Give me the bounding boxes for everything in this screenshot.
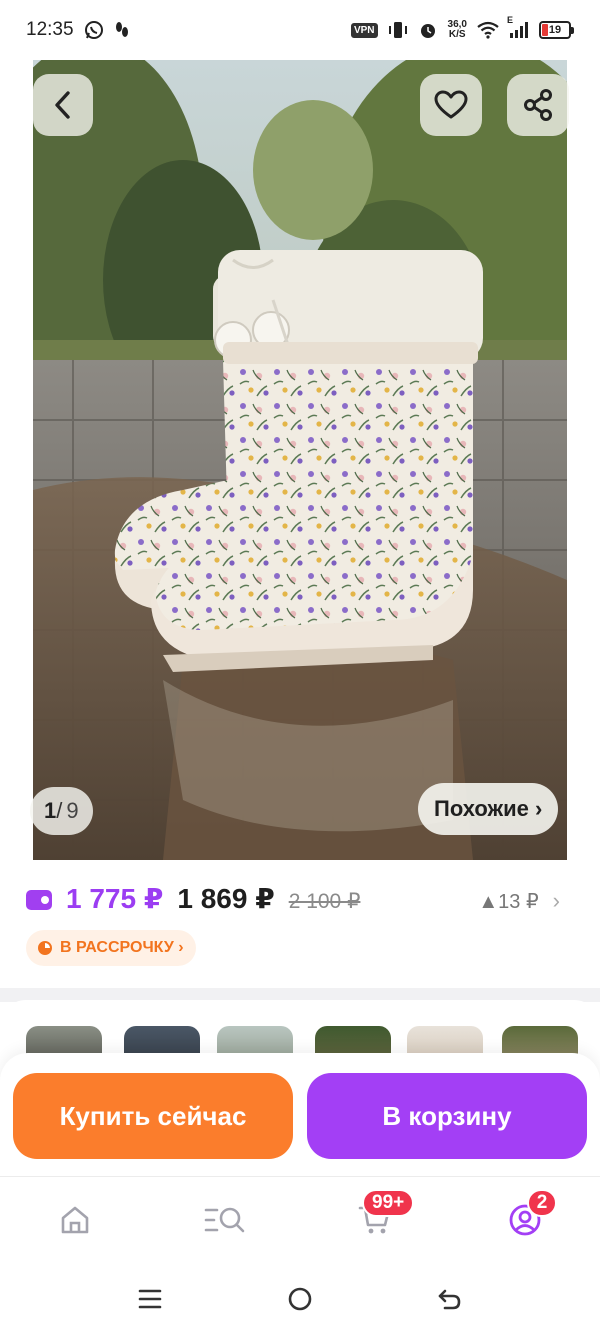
counter-current: 1 (44, 798, 57, 823)
recent-apps-button[interactable] (130, 1281, 170, 1317)
similar-button[interactable]: Похожие › (418, 783, 559, 835)
signal-icon: E (507, 15, 529, 39)
old-price: 2 100 ₽ (288, 890, 361, 913)
add-to-cart-button[interactable]: В корзину (307, 1073, 587, 1159)
nav-catalog[interactable] (195, 1195, 255, 1245)
vpn-icon: VPN (350, 22, 378, 38)
installment-label: В РАССРОЧКУ › (60, 939, 184, 956)
back-gesture-icon (438, 1289, 461, 1310)
wallet-icon (26, 890, 52, 910)
bottom-nav: 99+ 2 (0, 1177, 600, 1267)
footsteps-icon (115, 22, 128, 37)
back-system-button[interactable] (430, 1281, 470, 1317)
catalog-search-icon (204, 1207, 245, 1233)
share-button[interactable] (507, 74, 569, 136)
back-button[interactable] (33, 74, 93, 136)
status-bar: 12:35 VPN 36,0 K/S E 19 (0, 0, 600, 60)
whatsapp-icon (84, 21, 103, 39)
pie-chart-icon (38, 941, 52, 955)
clock: 12:35 (26, 19, 74, 40)
heart-icon (434, 90, 468, 119)
system-nav-bar (0, 1267, 600, 1332)
price-history-button[interactable]: ▲13 ₽ › (478, 888, 560, 914)
image-counter: 1 / 9 (30, 787, 93, 835)
similar-label: Похожие › (434, 796, 543, 821)
action-bar: Купить сейчас В корзину (0, 1053, 600, 1178)
home-button[interactable] (280, 1281, 320, 1317)
vibrate-icon (388, 22, 407, 38)
product-image[interactable] (33, 60, 567, 860)
counter-total: 9 (66, 798, 79, 823)
counter-separator: / (56, 798, 63, 823)
boots-photo (33, 60, 567, 860)
circle-home-icon (288, 1287, 312, 1311)
favorite-button[interactable] (420, 74, 482, 136)
price-card: 1 775 ₽ 1 869 ₽ 2 100 ₽ ▲13 ₽ › В РАССРО… (0, 860, 600, 988)
cart-badge: 99+ (362, 1189, 415, 1217)
wallet-price: 1 775 ₽ (66, 883, 164, 914)
alarm-icon (420, 24, 435, 38)
chevron-right-icon: › (552, 888, 560, 913)
back-arrow-icon (55, 91, 70, 119)
buy-now-button[interactable]: Купить сейчас (13, 1073, 293, 1159)
battery-icon: 19 (539, 21, 574, 39)
installment-button[interactable]: В РАССРОЧКУ › (26, 930, 196, 966)
share-icon (524, 89, 552, 121)
profile-badge: 2 (527, 1189, 557, 1217)
wifi-icon (477, 21, 499, 39)
menu-icon (138, 1289, 162, 1309)
price-delta: ▲13 ₽ (478, 890, 539, 913)
home-icon (61, 1206, 89, 1234)
price: 1 869 ₽ (177, 883, 275, 914)
net-speed: 36,0 K/S (447, 19, 467, 40)
nav-home[interactable] (45, 1195, 105, 1245)
